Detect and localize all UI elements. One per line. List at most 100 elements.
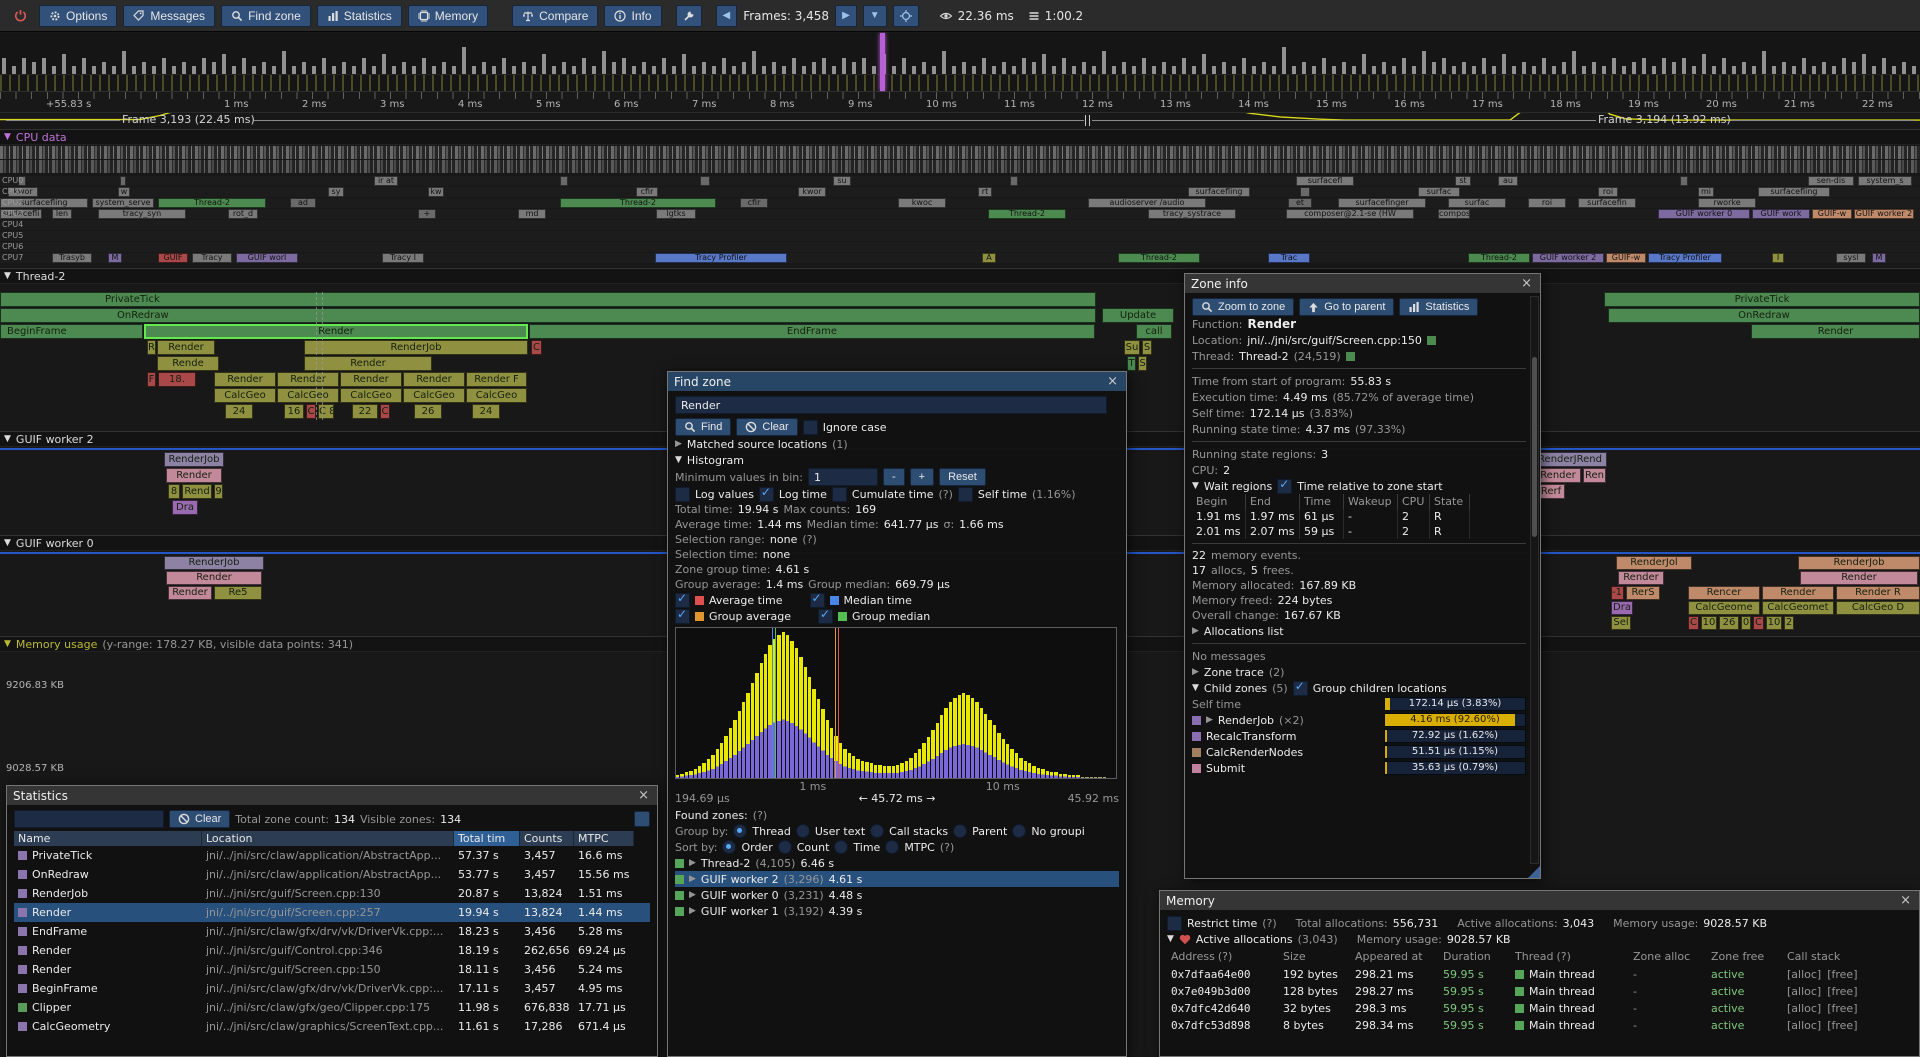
cpu-zone[interactable]: sysl bbox=[1836, 253, 1866, 263]
frame-bar[interactable] bbox=[312, 66, 316, 74]
column-header-zone-alloc[interactable]: Zone alloc bbox=[1629, 947, 1707, 965]
timeline-zone[interactable]: Dra bbox=[172, 500, 198, 515]
timeline-zone[interactable]: OnRedraw bbox=[1608, 308, 1920, 323]
cpu-zone[interactable]: sy bbox=[328, 187, 344, 197]
cpu-zone[interactable]: M bbox=[108, 253, 122, 263]
timeline-zone[interactable]: 10 bbox=[1701, 616, 1717, 630]
statistics-button[interactable]: Statistics bbox=[1399, 298, 1478, 316]
frame-bar[interactable] bbox=[272, 66, 276, 74]
min-values-input[interactable]: 1 bbox=[808, 468, 878, 486]
timeline-zone[interactable]: call bbox=[1136, 324, 1172, 339]
column-header[interactable]: Begin bbox=[1192, 494, 1246, 509]
frame-bar[interactable] bbox=[1342, 62, 1346, 74]
cpu-zone[interactable]: Thread-2 bbox=[1118, 253, 1200, 263]
cpu-zone[interactable]: GUIF-w bbox=[1812, 209, 1852, 219]
frame-bar[interactable] bbox=[1382, 62, 1386, 74]
timeline-zone[interactable]: Render bbox=[340, 372, 402, 387]
timeline-zone[interactable]: CalcGeome bbox=[1688, 601, 1760, 615]
frame-bar[interactable] bbox=[232, 66, 236, 74]
help-icon[interactable]: (?) bbox=[1218, 950, 1232, 963]
close-icon[interactable]: × bbox=[1105, 374, 1120, 389]
frame-bar[interactable] bbox=[942, 51, 946, 75]
cpu-zone[interactable]: system_s bbox=[1858, 176, 1912, 186]
frame-bar[interactable] bbox=[1282, 47, 1286, 74]
frame-bar[interactable] bbox=[1682, 58, 1686, 74]
frame-bar[interactable] bbox=[302, 62, 306, 74]
collapse-icon[interactable]: ▼ bbox=[1192, 683, 1199, 693]
cpu-zone[interactable]: roi bbox=[1528, 198, 1566, 208]
frame-bar[interactable] bbox=[1702, 54, 1706, 74]
frame-bar[interactable] bbox=[1332, 66, 1336, 74]
frame-bar[interactable] bbox=[1202, 54, 1206, 74]
frame-bar[interactable] bbox=[622, 58, 626, 74]
frame-bar[interactable] bbox=[1092, 66, 1096, 74]
expand-icon[interactable]: ▶ bbox=[689, 874, 696, 884]
frame-bar[interactable] bbox=[1322, 58, 1326, 74]
statistics-window-titlebar[interactable]: Statistics × bbox=[7, 786, 657, 805]
frame-bar[interactable] bbox=[12, 66, 16, 74]
statistics-row[interactable]: RenderJobjni/../jni/src/guif/Screen.cpp:… bbox=[14, 884, 650, 903]
frame-bar[interactable] bbox=[672, 66, 676, 74]
collapse-icon[interactable]: ▼ bbox=[4, 271, 11, 281]
alloc-callstack-link[interactable]: [alloc] bbox=[1787, 1019, 1821, 1032]
frame-bar[interactable] bbox=[322, 58, 326, 74]
toolbar-find-zone-button[interactable]: Find zone bbox=[221, 5, 311, 27]
timeline-zone[interactable]: C bbox=[1688, 616, 1699, 630]
decrease-button[interactable]: - bbox=[883, 468, 905, 486]
frame-bar[interactable] bbox=[1862, 54, 1866, 74]
timeline-zone[interactable]: -17 bbox=[1611, 586, 1624, 600]
frame-bar[interactable] bbox=[1102, 51, 1106, 75]
cpu-zone[interactable]: surfacefin bbox=[1578, 198, 1636, 208]
timeline-zone[interactable]: Re5 bbox=[214, 586, 262, 600]
timeline-zone[interactable]: Rende bbox=[157, 356, 219, 371]
frame-bar[interactable] bbox=[402, 62, 406, 74]
found-zone-group[interactable]: ▶GUIF worker 2(3,296)4.61 s bbox=[675, 871, 1119, 887]
timeline-zone[interactable]: RenderJob bbox=[304, 340, 528, 355]
frame-bar[interactable] bbox=[1842, 58, 1846, 74]
frame-bar[interactable] bbox=[1812, 66, 1816, 74]
cpu-zone[interactable]: Trac bbox=[1268, 253, 1310, 263]
column-header[interactable]: CPU bbox=[1398, 494, 1430, 509]
frame-bar[interactable] bbox=[102, 62, 106, 74]
column-header-location[interactable]: Location bbox=[202, 831, 454, 846]
frame-bar[interactable] bbox=[112, 66, 116, 74]
timeline-zone[interactable]: 22 bbox=[352, 404, 378, 419]
cpu-zone[interactable]: rt bbox=[978, 187, 992, 197]
cpu-zone[interactable]: GUIF worl bbox=[236, 253, 298, 263]
frame-bar[interactable] bbox=[972, 66, 976, 74]
timeline-zone[interactable]: 2 bbox=[1784, 616, 1794, 630]
frame-bar[interactable] bbox=[592, 66, 596, 74]
timeline-zone[interactable]: C bbox=[1753, 616, 1764, 630]
timeline-zone[interactable]: R bbox=[147, 340, 156, 355]
frame-bar[interactable] bbox=[902, 58, 906, 74]
expand-icon[interactable]: ▶ bbox=[689, 858, 696, 868]
cpu-zone[interactable]: Tracy I bbox=[382, 253, 424, 263]
frame-bar[interactable] bbox=[582, 58, 586, 74]
frame-bar[interactable] bbox=[152, 66, 156, 74]
frame-bar[interactable] bbox=[632, 66, 636, 74]
timeline-zone[interactable]: Render bbox=[166, 571, 262, 585]
frame-bar[interactable] bbox=[1152, 66, 1156, 74]
zone-info-scrollbar[interactable] bbox=[1530, 296, 1539, 864]
frame-bar[interactable] bbox=[1912, 66, 1916, 74]
cpu-zone[interactable]: sen-dis bbox=[1808, 176, 1854, 186]
frame-bar[interactable] bbox=[662, 58, 666, 74]
timeline-zone[interactable]: C bbox=[531, 340, 542, 355]
frame-bar[interactable] bbox=[1892, 66, 1896, 74]
frame-bar[interactable] bbox=[362, 58, 366, 74]
frame-bar[interactable] bbox=[1622, 66, 1626, 74]
cpu-zone[interactable]: kwor bbox=[798, 187, 826, 197]
timeline-zone[interactable]: RerS bbox=[1626, 586, 1660, 600]
frame-bar[interactable] bbox=[1432, 62, 1436, 74]
cpu-zone[interactable]: rot_d bbox=[228, 209, 258, 219]
cpu-zone[interactable]: composer@2.1-se (HW bbox=[1286, 209, 1414, 219]
frame-bar[interactable] bbox=[372, 66, 376, 74]
frame-bar[interactable] bbox=[1632, 62, 1636, 74]
frame-bar[interactable] bbox=[1002, 62, 1006, 74]
cpu-zone[interactable]: surfacefl bbox=[1296, 176, 1354, 186]
help-icon[interactable]: (?) bbox=[1556, 950, 1570, 963]
frame-bar[interactable] bbox=[1272, 66, 1276, 74]
free-callstack-link[interactable]: [free] bbox=[1827, 968, 1857, 981]
frame-bar[interactable] bbox=[1372, 66, 1376, 74]
column-header[interactable]: Time bbox=[1300, 494, 1344, 509]
